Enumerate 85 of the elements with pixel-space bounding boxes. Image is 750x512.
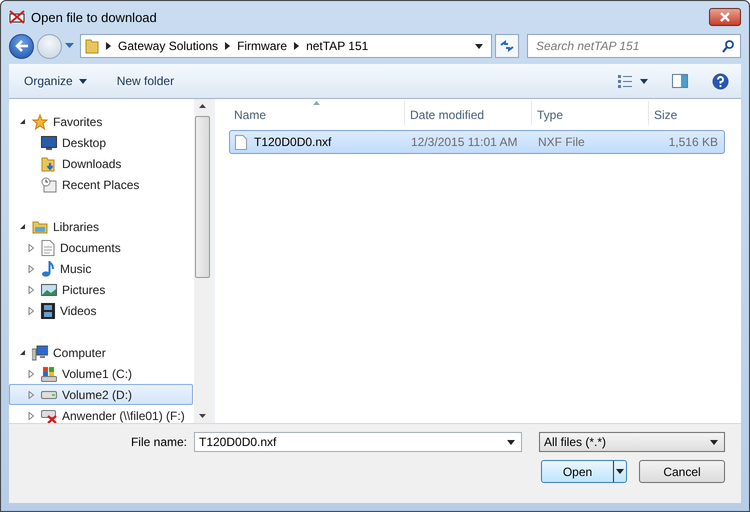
- sidebar-item[interactable]: Downloads: [9, 153, 193, 174]
- sidebar-section[interactable]: Computer: [53, 346, 106, 360]
- system-drive-icon: [41, 366, 57, 382]
- dropdown-arrow-icon: [78, 78, 87, 84]
- file-type-dropdown[interactable]: All files (*.*): [539, 432, 725, 452]
- sidebar-item[interactable]: Pictures: [9, 279, 193, 300]
- scroll-down-icon[interactable]: [199, 414, 206, 418]
- close-icon: [719, 12, 731, 22]
- column-header[interactable]: Date modified: [405, 101, 532, 125]
- film-icon: [41, 302, 55, 318]
- address-bar[interactable]: Gateway Solutions Firmware netTAP 151: [80, 34, 492, 58]
- sidebar-item[interactable]: Desktop: [9, 132, 193, 153]
- sidebar-item[interactable]: Recent Places: [9, 174, 193, 195]
- breadcrumb-segment[interactable]: Firmware: [237, 39, 288, 53]
- vertical-scrollbar[interactable]: [194, 99, 211, 423]
- table-cell-text: 1,516 KB: [668, 135, 719, 149]
- dropdown-arrow-icon: [616, 469, 624, 474]
- collapsed-arrow-icon[interactable]: [28, 390, 35, 398]
- app-logo-icon: [9, 10, 25, 24]
- folder-icon: [85, 38, 99, 54]
- back-arrow-icon: [14, 40, 28, 52]
- back-button[interactable]: [9, 34, 34, 58]
- music-note-icon: [41, 260, 55, 276]
- chevron-icon: [106, 42, 111, 50]
- column-header[interactable]: Type: [532, 101, 649, 125]
- collapsed-arrow-icon[interactable]: [28, 264, 35, 272]
- column-header[interactable]: Size: [649, 101, 725, 125]
- folder-icon: [32, 218, 48, 234]
- refresh-button[interactable]: [495, 34, 519, 58]
- picture-icon: [41, 282, 57, 296]
- sidebar-item[interactable]: Volume1 (C:): [9, 363, 193, 384]
- table-cell-text: 12/3/2015 11:01 AM: [410, 135, 519, 149]
- chevron-icon: [294, 42, 300, 50]
- sidebar-item[interactable]: Anwender (\\file01) (F:): [9, 405, 193, 426]
- search-icon: [722, 40, 734, 52]
- column-header[interactable]: Name: [229, 101, 405, 125]
- help-icon[interactable]: [712, 72, 729, 90]
- file-name: T120D0D0.nxf: [254, 135, 332, 149]
- preview-pane-icon[interactable]: [672, 74, 688, 88]
- file-name-field[interactable]: T120D0D0.nxf: [194, 432, 522, 452]
- recent-places-icon: [41, 176, 57, 192]
- expanded-arrow-icon[interactable]: [19, 223, 26, 230]
- sort-arrow-icon: [312, 101, 320, 105]
- open-button[interactable]: Open: [541, 460, 627, 483]
- dropdown-arrow-icon[interactable]: [640, 78, 648, 84]
- collapsed-arrow-icon[interactable]: [28, 306, 35, 314]
- toolbar-button[interactable]: New folder: [112, 71, 180, 91]
- monitor-icon: [41, 136, 57, 150]
- file-icon: [235, 134, 247, 150]
- chevron-icon: [225, 42, 230, 50]
- folder-download-icon: [41, 156, 57, 172]
- sidebar-item[interactable]: Documents: [9, 237, 193, 258]
- breadcrumb-segment[interactable]: Gateway Solutions: [118, 39, 218, 53]
- expanded-arrow-icon[interactable]: [19, 118, 26, 125]
- star-icon: [32, 114, 48, 130]
- refresh-icon: [500, 40, 514, 52]
- cancel-button[interactable]: Cancel: [639, 460, 725, 483]
- dropdown-arrow-icon[interactable]: [475, 44, 483, 48]
- expanded-arrow-icon[interactable]: [19, 349, 26, 356]
- computer-icon: [32, 344, 48, 360]
- search-field[interactable]: Search netTAP 151: [527, 34, 741, 58]
- file-name-label: File name:: [130, 435, 187, 449]
- drive-icon: [41, 390, 57, 398]
- file-row[interactable]: T120D0D0.nxf 12/3/2015 11:01 AM NXF File 1,516 KB: [229, 130, 725, 154]
- scrollbar-thumb[interactable]: [195, 116, 210, 278]
- collapsed-arrow-icon[interactable]: [28, 286, 35, 294]
- dropdown-arrow-icon: [710, 440, 718, 444]
- collapsed-arrow-icon[interactable]: [28, 412, 35, 420]
- table-cell-text: NXF File: [537, 135, 586, 149]
- sidebar-section[interactable]: Libraries: [53, 220, 100, 234]
- history-dropdown-icon[interactable]: [65, 43, 74, 49]
- sidebar-item[interactable]: Music: [9, 258, 193, 279]
- toolbar-button[interactable]: Organize: [19, 71, 92, 91]
- collapsed-arrow-icon[interactable]: [28, 244, 35, 252]
- close-button[interactable]: [709, 8, 741, 26]
- sidebar-section[interactable]: Favorites: [53, 114, 102, 128]
- sidebar-item[interactable]: Volume2 (D:): [9, 384, 193, 405]
- window-title: Open file to download: [31, 10, 157, 24]
- breadcrumb-segment[interactable]: netTAP 151: [306, 39, 368, 53]
- sidebar-item[interactable]: Videos: [9, 300, 193, 321]
- scroll-up-icon[interactable]: [199, 104, 206, 108]
- document-icon: [41, 240, 55, 256]
- dropdown-arrow-icon[interactable]: [507, 440, 515, 444]
- collapsed-arrow-icon[interactable]: [28, 370, 35, 378]
- view-options-icon[interactable]: [618, 74, 632, 88]
